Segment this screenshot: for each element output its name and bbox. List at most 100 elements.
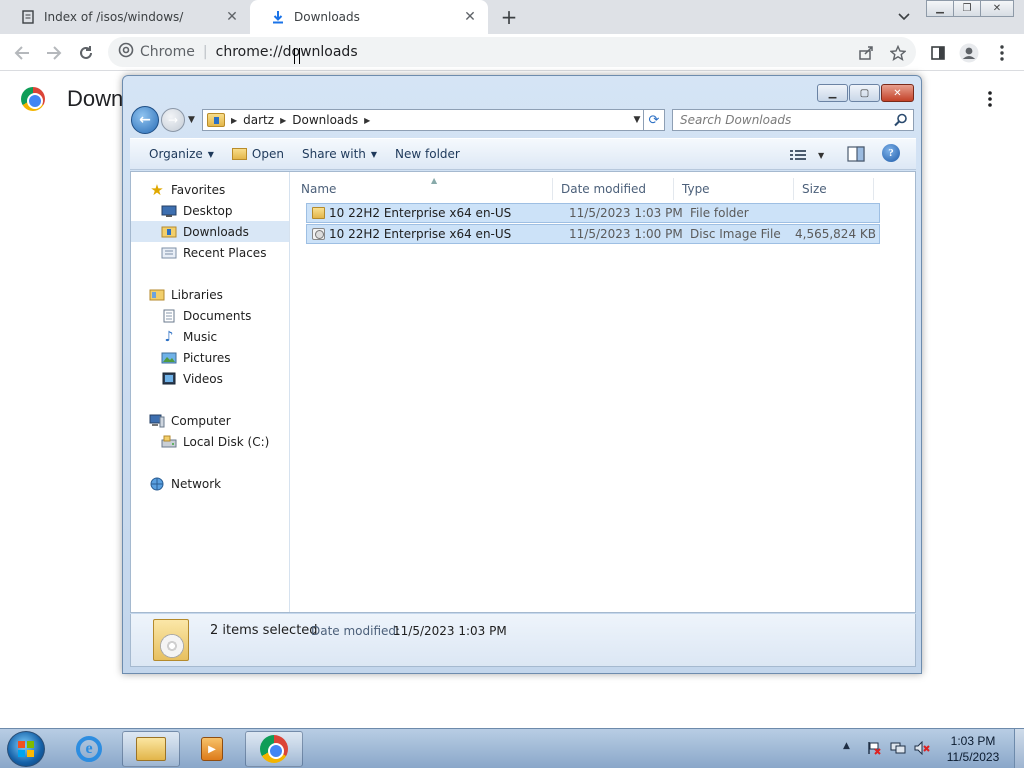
nav-local-disk[interactable]: Local Disk (C:): [131, 431, 289, 452]
network-tray-icon[interactable]: [890, 740, 906, 756]
explorer-forward-arrow-icon[interactable]: →: [161, 108, 185, 132]
explorer-maximize-button[interactable]: ▢: [849, 84, 880, 102]
nav-network[interactable]: Network: [131, 473, 289, 494]
tab-search-chevron-icon[interactable]: [894, 7, 914, 27]
close-window-button[interactable]: ✕: [980, 0, 1014, 17]
tab-downloads[interactable]: Downloads ✕: [250, 0, 488, 34]
nav-label: Videos: [183, 371, 223, 386]
file-type: File folder: [690, 206, 749, 220]
new-folder-label: New folder: [395, 147, 460, 161]
taskbar-internet-explorer[interactable]: e: [60, 731, 118, 767]
column-header-size[interactable]: Size: [794, 178, 874, 200]
chevron-down-icon: ▼: [818, 150, 825, 160]
pictures-icon: [161, 351, 177, 365]
profile-avatar-icon[interactable]: [957, 41, 981, 65]
close-tab-icon[interactable]: ✕: [462, 9, 478, 25]
share-with-label: Share with: [301, 147, 366, 161]
bookmark-star-icon[interactable]: [886, 41, 910, 65]
text-cursor-icon: [294, 48, 300, 64]
new-tab-button[interactable]: +: [497, 5, 521, 29]
share-icon[interactable]: [854, 41, 878, 65]
libraries-icon: [149, 288, 165, 302]
minimize-window-button[interactable]: ▁: [926, 0, 954, 17]
close-tab-icon[interactable]: ✕: [224, 9, 240, 25]
nav-label: Pictures: [183, 350, 231, 365]
explorer-search-input[interactable]: Search Downloads: [672, 109, 914, 131]
recent-pages-dropdown-icon[interactable]: ▼: [188, 112, 198, 128]
reload-icon[interactable]: [74, 41, 98, 65]
nav-music[interactable]: ♪ Music: [131, 326, 289, 347]
start-button[interactable]: [7, 731, 45, 767]
taskbar-chrome[interactable]: [245, 731, 303, 767]
side-panel-icon[interactable]: [926, 41, 950, 65]
organize-button[interactable]: Organize ▼: [140, 142, 223, 166]
url-text[interactable]: chrome://downloads: [216, 44, 358, 60]
open-button[interactable]: Open: [223, 142, 293, 166]
explorer-minimize-button[interactable]: ▁: [817, 84, 848, 102]
page-title: Down: [67, 86, 124, 111]
explorer-back-arrow-icon[interactable]: ←: [131, 106, 159, 134]
action-center-flag-icon[interactable]: [866, 740, 882, 756]
back-arrow-icon[interactable]: [10, 41, 34, 65]
help-icon[interactable]: ?: [882, 144, 900, 162]
file-type: Disc Image File: [690, 227, 781, 241]
share-with-button[interactable]: Share with ▼: [293, 142, 386, 166]
new-folder-button[interactable]: New folder: [386, 142, 469, 166]
address-bar[interactable]: Chrome | chrome://downloads: [108, 37, 916, 67]
nav-documents[interactable]: Documents: [131, 305, 289, 326]
breadcrumb-arrow-icon[interactable]: ▶: [364, 116, 370, 125]
restore-window-button[interactable]: ❐: [953, 0, 981, 17]
nav-desktop[interactable]: Desktop: [131, 200, 289, 221]
volume-muted-icon[interactable]: [914, 740, 930, 756]
internet-explorer-icon: e: [76, 736, 102, 762]
explorer-refresh-icon[interactable]: ⟳: [643, 109, 665, 131]
show-desktop-button[interactable]: [1014, 729, 1024, 768]
details-view-icon: [790, 150, 806, 160]
breadcrumb-downloads[interactable]: Downloads: [292, 113, 358, 127]
music-icon: ♪: [164, 328, 174, 345]
explorer-close-button[interactable]: ✕: [881, 84, 914, 102]
preview-pane-icon[interactable]: [846, 144, 866, 164]
clock-date: 11/5/2023: [946, 750, 1000, 764]
tab-strip: Index of /isos/windows/ ✕ Downloads ✕ + …: [0, 0, 1024, 34]
nav-favorites[interactable]: ★ Favorites: [131, 179, 289, 200]
explorer-address-bar[interactable]: ▶ dartz ▶ Downloads ▶ ▼: [202, 109, 647, 131]
network-icon: [149, 477, 165, 491]
nav-label: Desktop: [183, 203, 233, 218]
taskbar-windows-explorer[interactable]: [122, 731, 180, 767]
documents-icon: [161, 309, 177, 323]
page-menu-kebab-icon[interactable]: [980, 88, 1000, 110]
column-header-type[interactable]: Type: [674, 178, 794, 200]
nav-computer[interactable]: Computer: [131, 410, 289, 431]
file-row[interactable]: 10 22H2 Enterprise x64 en-US 11/5/2023 1…: [306, 224, 880, 244]
nav-label: Music: [183, 329, 218, 344]
nav-downloads[interactable]: Downloads: [131, 221, 289, 242]
chrome-icon: [260, 735, 288, 763]
file-row[interactable]: 10 22H2 Enterprise x64 en-US 11/5/2023 1…: [306, 203, 880, 223]
menu-kebab-icon[interactable]: [990, 41, 1014, 65]
taskbar-media-player[interactable]: ▶: [183, 731, 241, 767]
column-header-name[interactable]: Name ▲: [293, 176, 553, 200]
windows-logo-icon: [18, 741, 34, 757]
breadcrumb-arrow-icon[interactable]: ▶: [280, 116, 286, 125]
breadcrumb-arrow-icon[interactable]: ▶: [231, 116, 237, 125]
breadcrumb-dartz[interactable]: dartz: [243, 113, 274, 127]
nav-libraries[interactable]: Libraries: [131, 284, 289, 305]
nav-videos[interactable]: Videos: [131, 368, 289, 389]
forward-arrow-icon[interactable]: [42, 41, 66, 65]
system-clock[interactable]: 1:03 PM 11/5/2023: [936, 733, 1010, 765]
nav-recent-places[interactable]: Recent Places: [131, 242, 289, 263]
file-list: Name ▲ Date modified Type Size 10 22H2 E…: [291, 172, 915, 612]
nav-label: Downloads: [183, 224, 249, 239]
tab-index-isos[interactable]: Index of /isos/windows/ ✕: [0, 0, 250, 34]
date-modified-label: Date modified:: [311, 624, 401, 638]
search-icon[interactable]: [894, 113, 908, 127]
nav-label: Libraries: [171, 287, 223, 302]
computer-icon: [149, 414, 165, 428]
change-view-button[interactable]: ▼: [790, 143, 824, 167]
show-hidden-icons-chevron-icon[interactable]: ▲: [843, 741, 850, 751]
details-pane: 2 items selected Date modified: 11/5/202…: [130, 614, 916, 667]
explorer-window: ▁ ▢ ✕ ← → ▼ ▶ dartz ▶ Downloads ▶ ▼ ⟳ Se…: [122, 75, 922, 674]
nav-pictures[interactable]: Pictures: [131, 347, 289, 368]
column-header-date-modified[interactable]: Date modified: [553, 178, 674, 200]
